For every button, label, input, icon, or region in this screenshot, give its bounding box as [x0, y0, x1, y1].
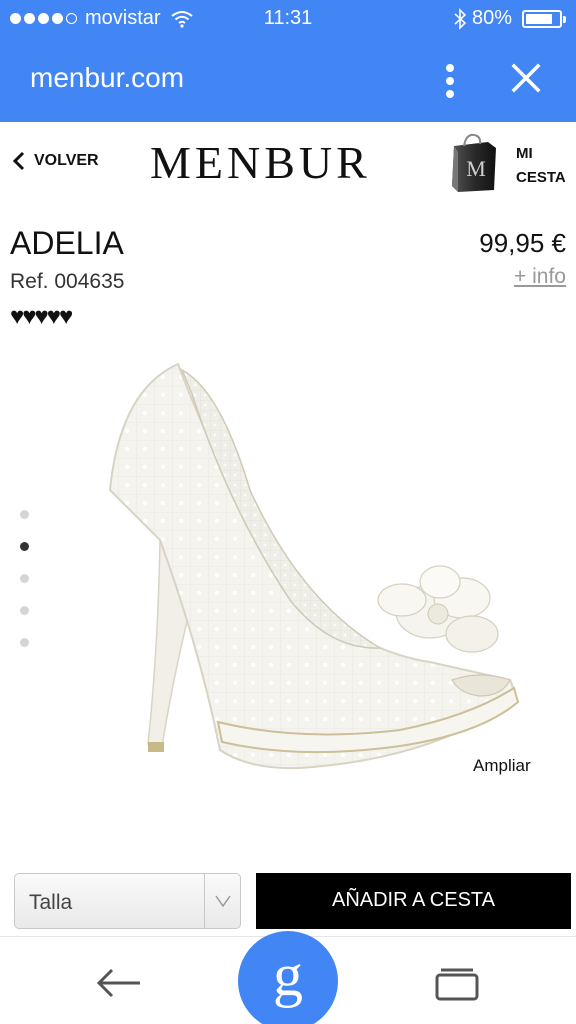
shoe-image[interactable]	[100, 350, 540, 780]
gallery-dot[interactable]	[20, 574, 29, 583]
product-name: ADELIA	[10, 225, 124, 261]
zoom-link[interactable]: Ampliar	[473, 756, 531, 776]
cart-label-mi: MI	[516, 145, 533, 162]
gallery-dot[interactable]	[20, 510, 29, 519]
close-icon[interactable]	[508, 60, 544, 96]
tabs-icon[interactable]	[434, 967, 480, 1001]
status-right: 80%	[454, 7, 566, 30]
bluetooth-icon	[454, 7, 466, 30]
size-select-arrow[interactable]	[204, 874, 240, 928]
site-header: VOLVER MENBUR M MI CESTA	[0, 122, 576, 212]
back-label: VOLVER	[34, 152, 99, 169]
chevron-left-icon	[12, 151, 25, 171]
product-gallery: Ampliar	[0, 340, 576, 800]
google-icon[interactable]: g	[238, 931, 338, 1024]
browser-toolbar: menbur.com	[0, 36, 576, 122]
back-button[interactable]: VOLVER	[12, 150, 99, 172]
size-select[interactable]: Talla	[14, 873, 241, 929]
flower-ornament	[377, 565, 499, 653]
bag-logo-letter: M	[466, 156, 486, 181]
back-arrow-icon[interactable]	[94, 965, 144, 1001]
menu-dots-icon[interactable]	[442, 64, 458, 100]
battery-icon	[522, 9, 566, 28]
brand-logo[interactable]: MENBUR	[150, 136, 370, 189]
rating-hearts: ♥♥♥♥♥	[10, 303, 73, 330]
bottom-toolbar: g	[0, 931, 576, 1024]
product-price: 99,95 €	[479, 228, 566, 258]
gallery-dot[interactable]	[20, 638, 29, 647]
gallery-dot[interactable]	[20, 542, 29, 551]
chevron-down-icon	[215, 895, 231, 908]
shopping-bag-icon[interactable]: M	[448, 132, 500, 194]
more-info-link[interactable]: + info	[514, 265, 566, 289]
status-bar: movistar 11:31 80%	[0, 0, 576, 36]
battery-percent: 80%	[471, 7, 512, 29]
add-to-cart-button[interactable]: AÑADIR A CESTA	[256, 873, 571, 929]
cart-link[interactable]: MI CESTA	[516, 142, 566, 190]
gallery-pager	[20, 510, 29, 670]
cart-label-cesta: CESTA	[516, 169, 566, 186]
size-select-label: Talla	[29, 891, 73, 914]
url-field[interactable]: menbur.com	[30, 62, 184, 94]
gallery-dot[interactable]	[20, 606, 29, 615]
product-ref: Ref. 004635	[10, 270, 125, 293]
